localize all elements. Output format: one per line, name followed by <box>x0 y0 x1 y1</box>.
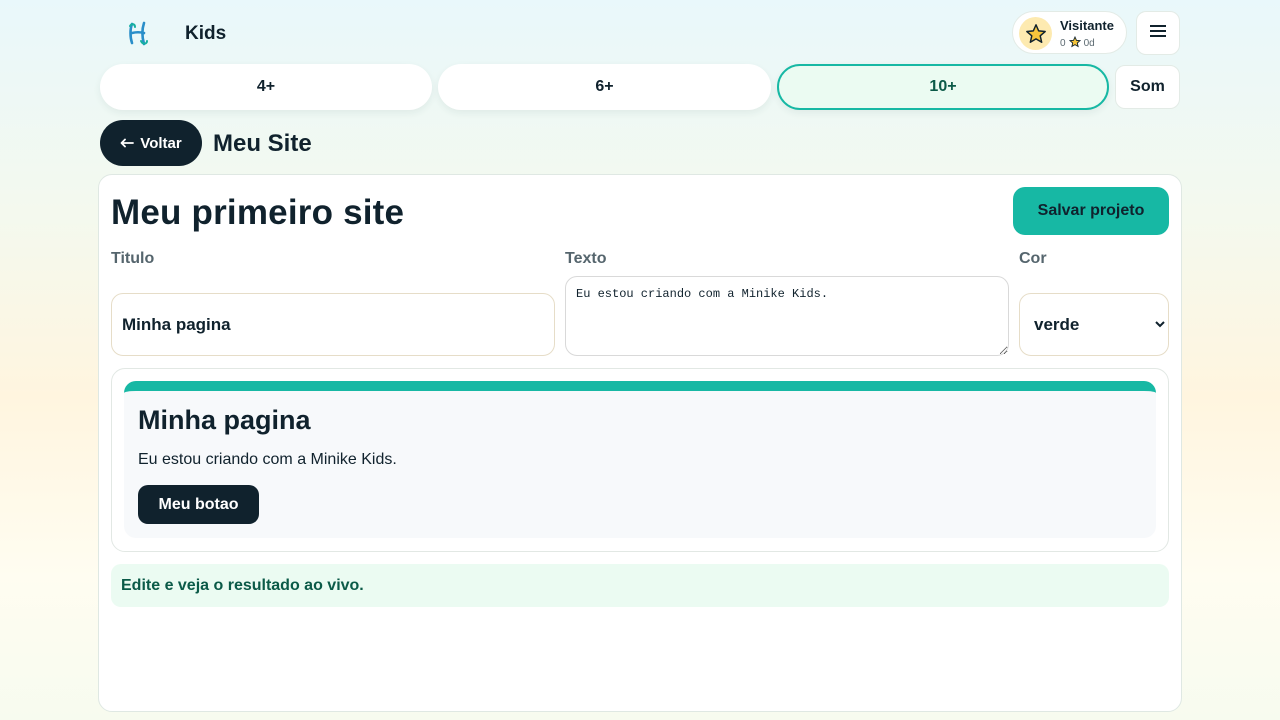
age-tab-6[interactable]: 6+ <box>438 64 771 110</box>
back-button[interactable]: Voltar <box>100 120 202 166</box>
brand-name: Kids <box>185 23 227 44</box>
title-input[interactable] <box>111 293 555 356</box>
user-stats: 0 0d <box>1060 35 1095 51</box>
color-field-label: Cor <box>1019 250 1047 267</box>
back-label: Voltar <box>140 134 182 152</box>
live-edit-hint: Edite e veja o resultado ao vivo. <box>111 564 1169 607</box>
menu-button[interactable] <box>1136 11 1180 55</box>
age-tab-10[interactable]: 10+ <box>777 64 1109 110</box>
star-count: 0 <box>1060 38 1066 49</box>
page-title: Meu Site <box>213 130 312 157</box>
title-field-label: Titulo <box>111 250 155 267</box>
preview-card: Minha pagina Eu estou criando com a Mini… <box>124 381 1156 538</box>
hamburger-icon <box>1149 23 1167 44</box>
small-star-icon <box>1068 35 1081 51</box>
streak-days: 0d <box>1083 38 1095 49</box>
script-h-logo-icon <box>126 20 152 46</box>
editor-panel: Meu primeiro site Salvar projeto Titulo … <box>98 174 1182 712</box>
save-project-button[interactable]: Salvar projeto <box>1013 187 1169 235</box>
sound-button[interactable]: Som <box>1115 65 1180 109</box>
star-icon <box>1019 17 1052 50</box>
live-preview: Minha pagina Eu estou criando com a Mini… <box>111 368 1169 552</box>
text-input[interactable]: Eu estou criando com a Minike Kids. <box>565 276 1009 356</box>
age-tab-4[interactable]: 4+ <box>100 64 432 110</box>
arrow-left-icon <box>120 135 135 152</box>
preview-button[interactable]: Meu botao <box>138 485 259 524</box>
preview-title: Minha pagina <box>138 405 311 435</box>
user-name: Visitante <box>1060 18 1114 33</box>
user-profile-chip[interactable]: Visitante 0 0d <box>1012 11 1127 54</box>
app-header: Kids Visitante 0 0d <box>100 10 1180 56</box>
project-title: Meu primeiro site <box>111 193 405 232</box>
text-field-label: Texto <box>565 250 607 267</box>
preview-text: Eu estou criando com a Minike Kids. <box>138 451 397 468</box>
color-select[interactable]: verde <box>1019 293 1169 356</box>
